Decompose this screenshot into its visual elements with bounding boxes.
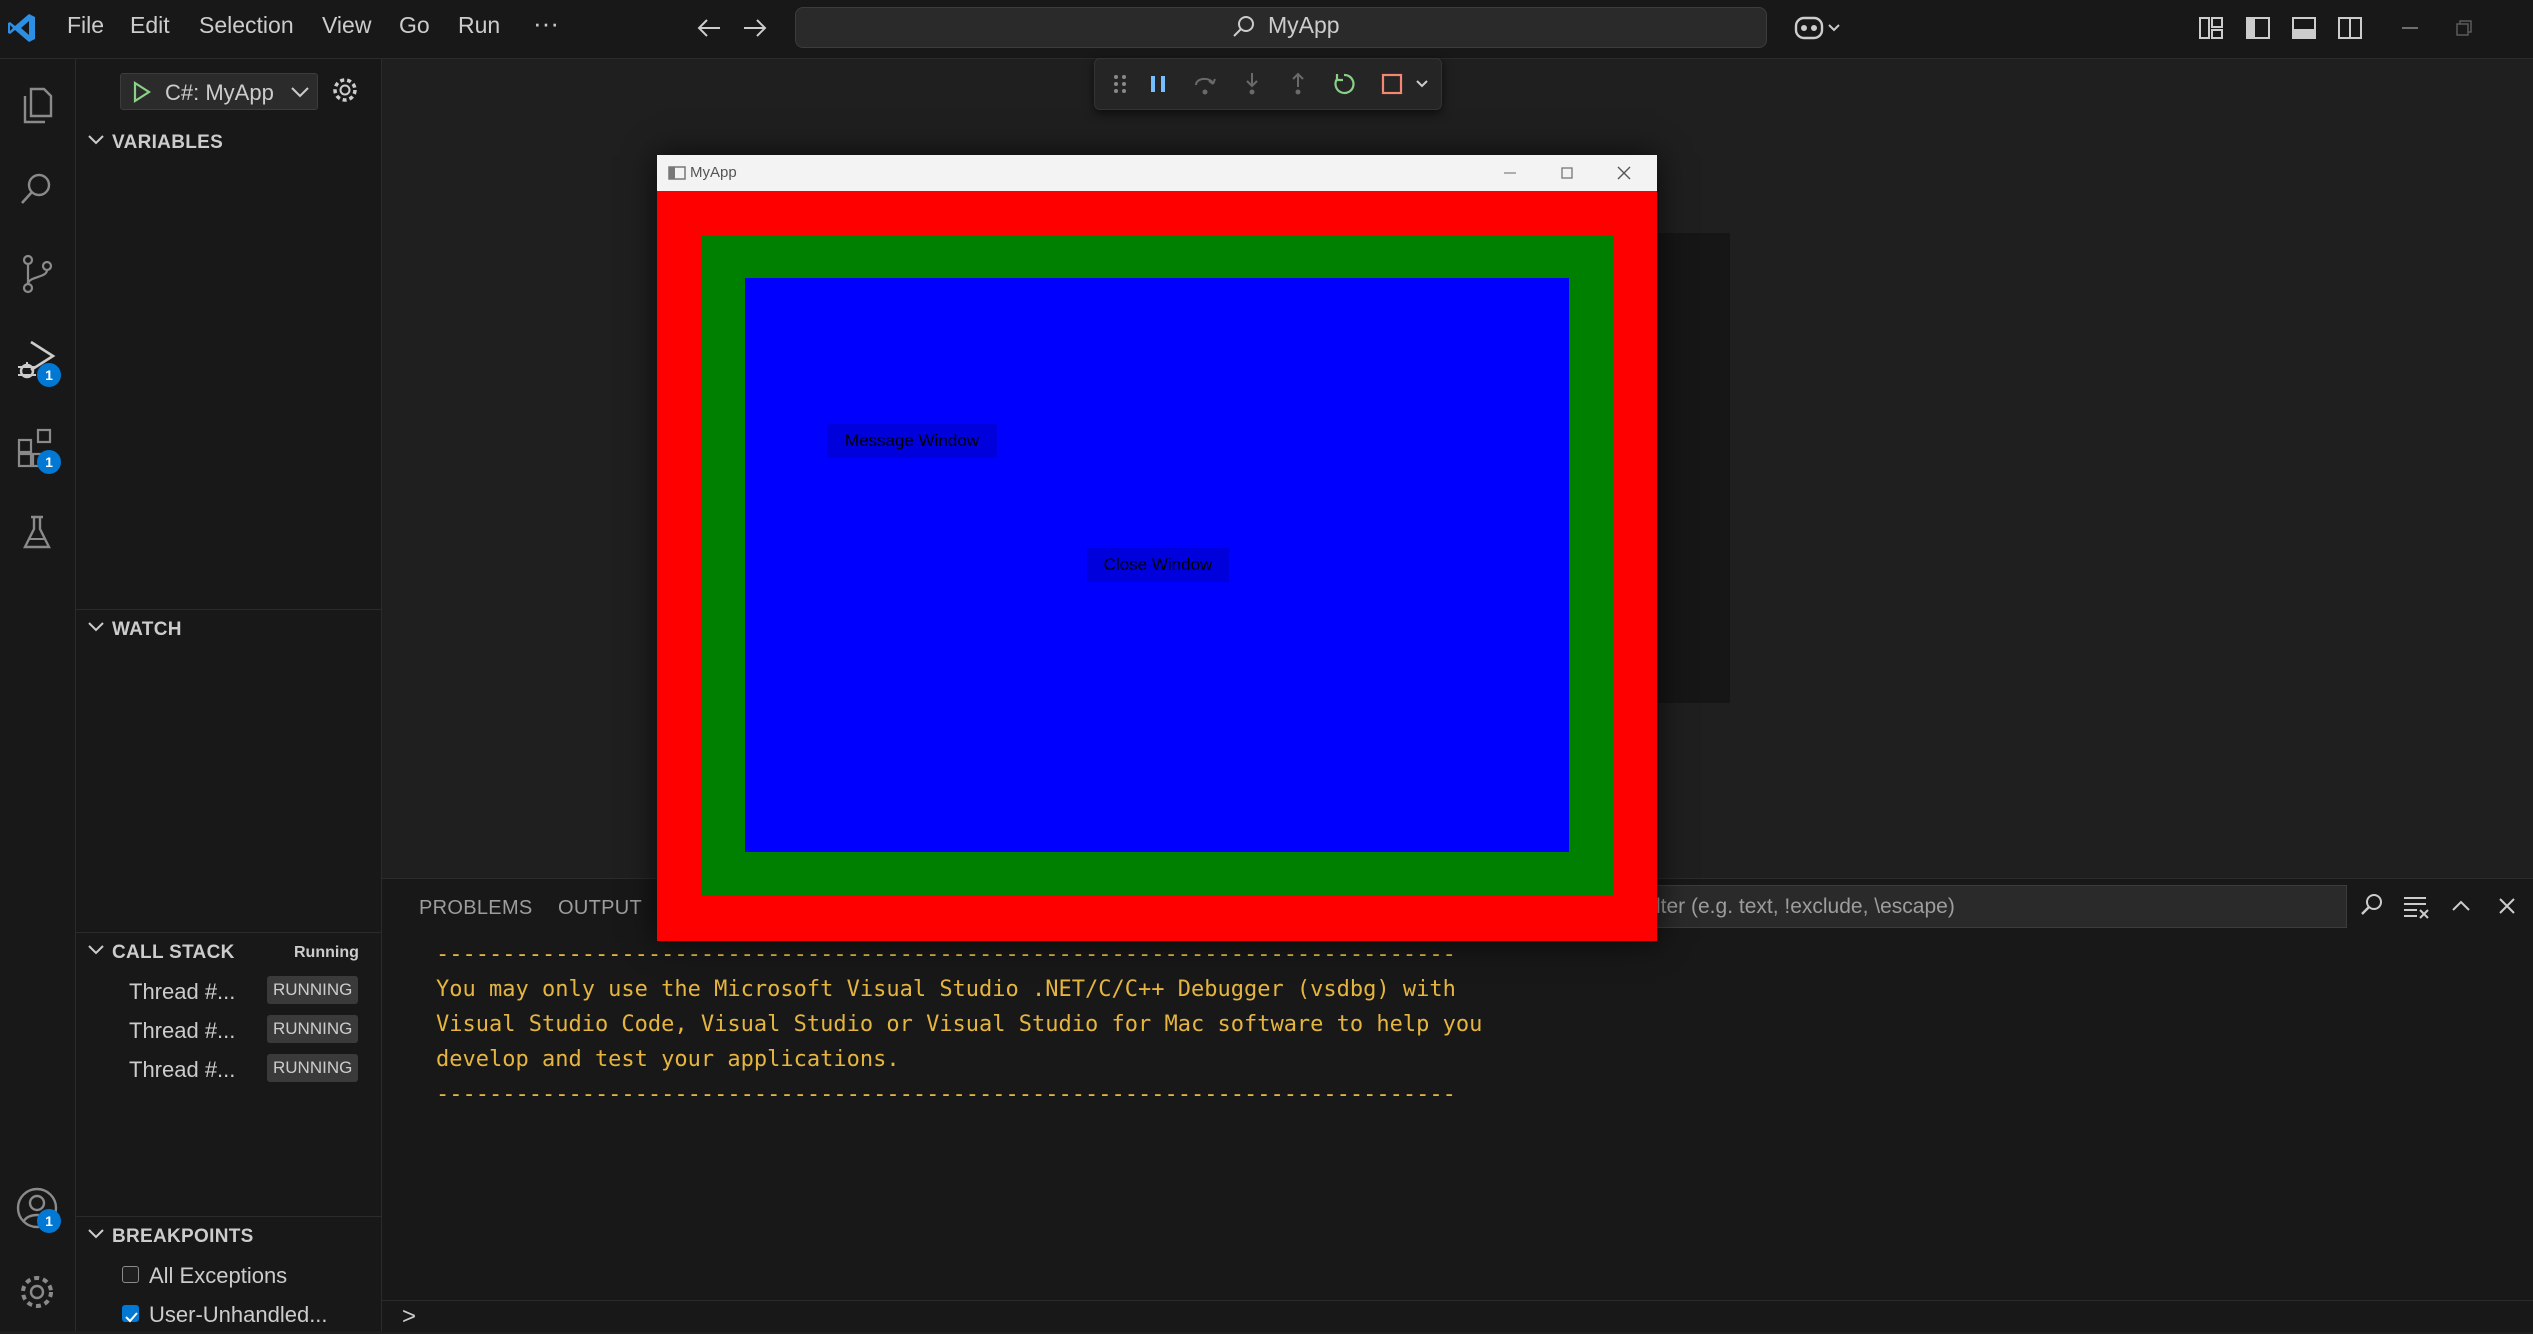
thread-status-badge: RUNNING xyxy=(267,1015,359,1043)
step-over-icon[interactable] xyxy=(1190,69,1220,99)
output-line: develop and test your applications. xyxy=(436,1047,900,1072)
myapp-window: MyApp Message Window Close Window xyxy=(657,155,1657,941)
output-line: Visual Studio Code, Visual Studio or Vis… xyxy=(436,1012,1483,1037)
thread-status-badge: RUNNING xyxy=(267,976,359,1004)
debug-sidebar: C#: MyApp VARIABLES WATCH CALL STACK Run… xyxy=(76,59,382,1331)
explorer-icon[interactable] xyxy=(10,78,64,132)
chevron-down-icon[interactable] xyxy=(1407,69,1437,99)
tab-output[interactable]: OUTPUT xyxy=(558,897,642,920)
output-line: ----------------------------------------… xyxy=(436,942,1456,967)
close-window-button[interactable]: Close Window xyxy=(1087,548,1229,582)
title-bar: File Edit Selection View Go Run ··· MyAp… xyxy=(0,0,2533,59)
myapp-title-bar[interactable]: MyApp xyxy=(657,155,1657,191)
thread-row[interactable]: Thread #... RUNNING xyxy=(76,973,381,1011)
toggle-primary-sidebar-icon[interactable] xyxy=(2244,14,2272,47)
step-out-icon[interactable] xyxy=(1283,69,1313,99)
breakpoint-checkbox[interactable] xyxy=(122,1266,139,1283)
watch-title: WATCH xyxy=(112,619,182,640)
filter-placeholder: lter (e.g. text, !exclude, \escape) xyxy=(1656,895,1955,918)
middle-border-panel: Message Window Close Window xyxy=(701,235,1613,896)
menu-selection[interactable]: Selection xyxy=(199,12,294,39)
chevron-down-icon xyxy=(86,940,106,966)
vscode-logo-icon xyxy=(6,12,38,49)
thread-name: Thread #... xyxy=(129,979,236,1004)
search-icon xyxy=(1230,13,1258,46)
menu-go[interactable]: Go xyxy=(399,12,430,39)
message-window-button[interactable]: Message Window xyxy=(827,424,997,458)
breakpoint-row[interactable]: All Exceptions xyxy=(76,1257,381,1295)
breakpoints-title: BREAKPOINTS xyxy=(112,1226,254,1247)
restore-icon[interactable] xyxy=(2452,14,2476,47)
stop-icon[interactable] xyxy=(1377,69,1407,99)
myapp-title: MyApp xyxy=(690,164,737,181)
tab-problems[interactable]: PROBLEMS xyxy=(419,897,533,920)
forward-arrow-icon[interactable] xyxy=(740,14,770,47)
testing-icon[interactable] xyxy=(10,506,64,560)
thread-status-badge: RUNNING xyxy=(267,1054,359,1082)
outer-border-panel: Message Window Close Window xyxy=(657,191,1657,941)
restart-icon[interactable] xyxy=(1329,69,1359,99)
thread-name: Thread #... xyxy=(129,1057,236,1082)
thread-name: Thread #... xyxy=(129,1018,236,1043)
call-stack-section-header[interactable]: CALL STACK Running xyxy=(76,932,381,972)
extensions-badge: 1 xyxy=(37,450,61,474)
watch-section-header[interactable]: WATCH xyxy=(76,609,381,649)
accounts-badge: 1 xyxy=(37,1209,61,1233)
repl-prompt[interactable]: > xyxy=(402,1303,416,1331)
minimize-icon[interactable] xyxy=(2398,14,2422,47)
maximize-panel-chevron-up-icon[interactable] xyxy=(2448,893,2474,924)
manage-gear-icon[interactable] xyxy=(10,1265,64,1319)
call-stack-status: Running xyxy=(294,944,359,961)
call-stack-title: CALL STACK xyxy=(112,942,235,963)
output-line: You may only use the Microsoft Visual St… xyxy=(436,977,1456,1002)
content-panel: Message Window Close Window xyxy=(745,278,1569,852)
variables-title: VARIABLES xyxy=(112,132,224,153)
pause-icon[interactable] xyxy=(1143,69,1173,99)
toggle-panel-icon[interactable] xyxy=(2290,14,2318,47)
command-center-label: MyApp xyxy=(1268,12,1340,38)
chevron-down-icon xyxy=(86,130,106,156)
minimize-icon[interactable] xyxy=(1500,164,1520,187)
output-line: ----------------------------------------… xyxy=(436,1082,1456,1107)
copilot-icon[interactable] xyxy=(1793,12,1843,49)
toggle-secondary-sidebar-icon[interactable] xyxy=(2336,14,2364,47)
customize-layout-icon[interactable] xyxy=(2197,14,2225,47)
breakpoint-checkbox-checked[interactable] xyxy=(122,1305,139,1323)
chevron-down-icon xyxy=(86,1224,106,1250)
chevron-down-icon xyxy=(86,617,106,643)
clear-output-icon[interactable] xyxy=(2401,892,2431,925)
maximize-icon[interactable] xyxy=(1557,164,1577,187)
app-window-icon xyxy=(668,165,686,186)
search-view-icon[interactable] xyxy=(10,162,64,216)
back-arrow-icon[interactable] xyxy=(694,14,724,47)
divider xyxy=(382,1300,2533,1301)
thread-row[interactable]: Thread #... RUNNING xyxy=(76,1051,381,1089)
breakpoints-section-header[interactable]: BREAKPOINTS xyxy=(76,1216,381,1256)
launch-config-label: C#: MyApp xyxy=(165,80,274,105)
menu-run[interactable]: Run xyxy=(458,12,500,39)
thread-row[interactable]: Thread #... RUNNING xyxy=(76,1012,381,1050)
breakpoint-label: User-Unhandled... xyxy=(149,1302,328,1327)
menu-edit[interactable]: Edit xyxy=(130,12,170,39)
debug-toolbar xyxy=(1094,58,1442,110)
activity-bar: 1 1 1 xyxy=(0,59,76,1331)
close-panel-icon[interactable] xyxy=(2494,893,2520,924)
start-debugging-icon[interactable] xyxy=(130,80,152,109)
launch-config-select[interactable]: C#: MyApp xyxy=(120,73,318,110)
menu-file[interactable]: File xyxy=(67,12,104,39)
drag-handle-icon[interactable] xyxy=(1105,69,1135,99)
run-debug-badge: 1 xyxy=(37,363,61,387)
chevron-down-icon[interactable] xyxy=(289,82,311,107)
step-into-icon[interactable] xyxy=(1237,69,1267,99)
source-control-icon[interactable] xyxy=(10,247,64,301)
close-icon[interactable] xyxy=(1614,164,1634,187)
variables-section-header[interactable]: VARIABLES xyxy=(76,122,381,162)
menu-view[interactable]: View xyxy=(322,12,371,39)
breakpoint-label: All Exceptions xyxy=(149,1263,288,1288)
search-icon[interactable] xyxy=(2357,890,2387,925)
menu-more[interactable]: ··· xyxy=(533,8,559,39)
debug-settings-gear-icon[interactable] xyxy=(330,75,360,110)
breakpoint-row[interactable]: User-Unhandled... xyxy=(76,1296,381,1334)
